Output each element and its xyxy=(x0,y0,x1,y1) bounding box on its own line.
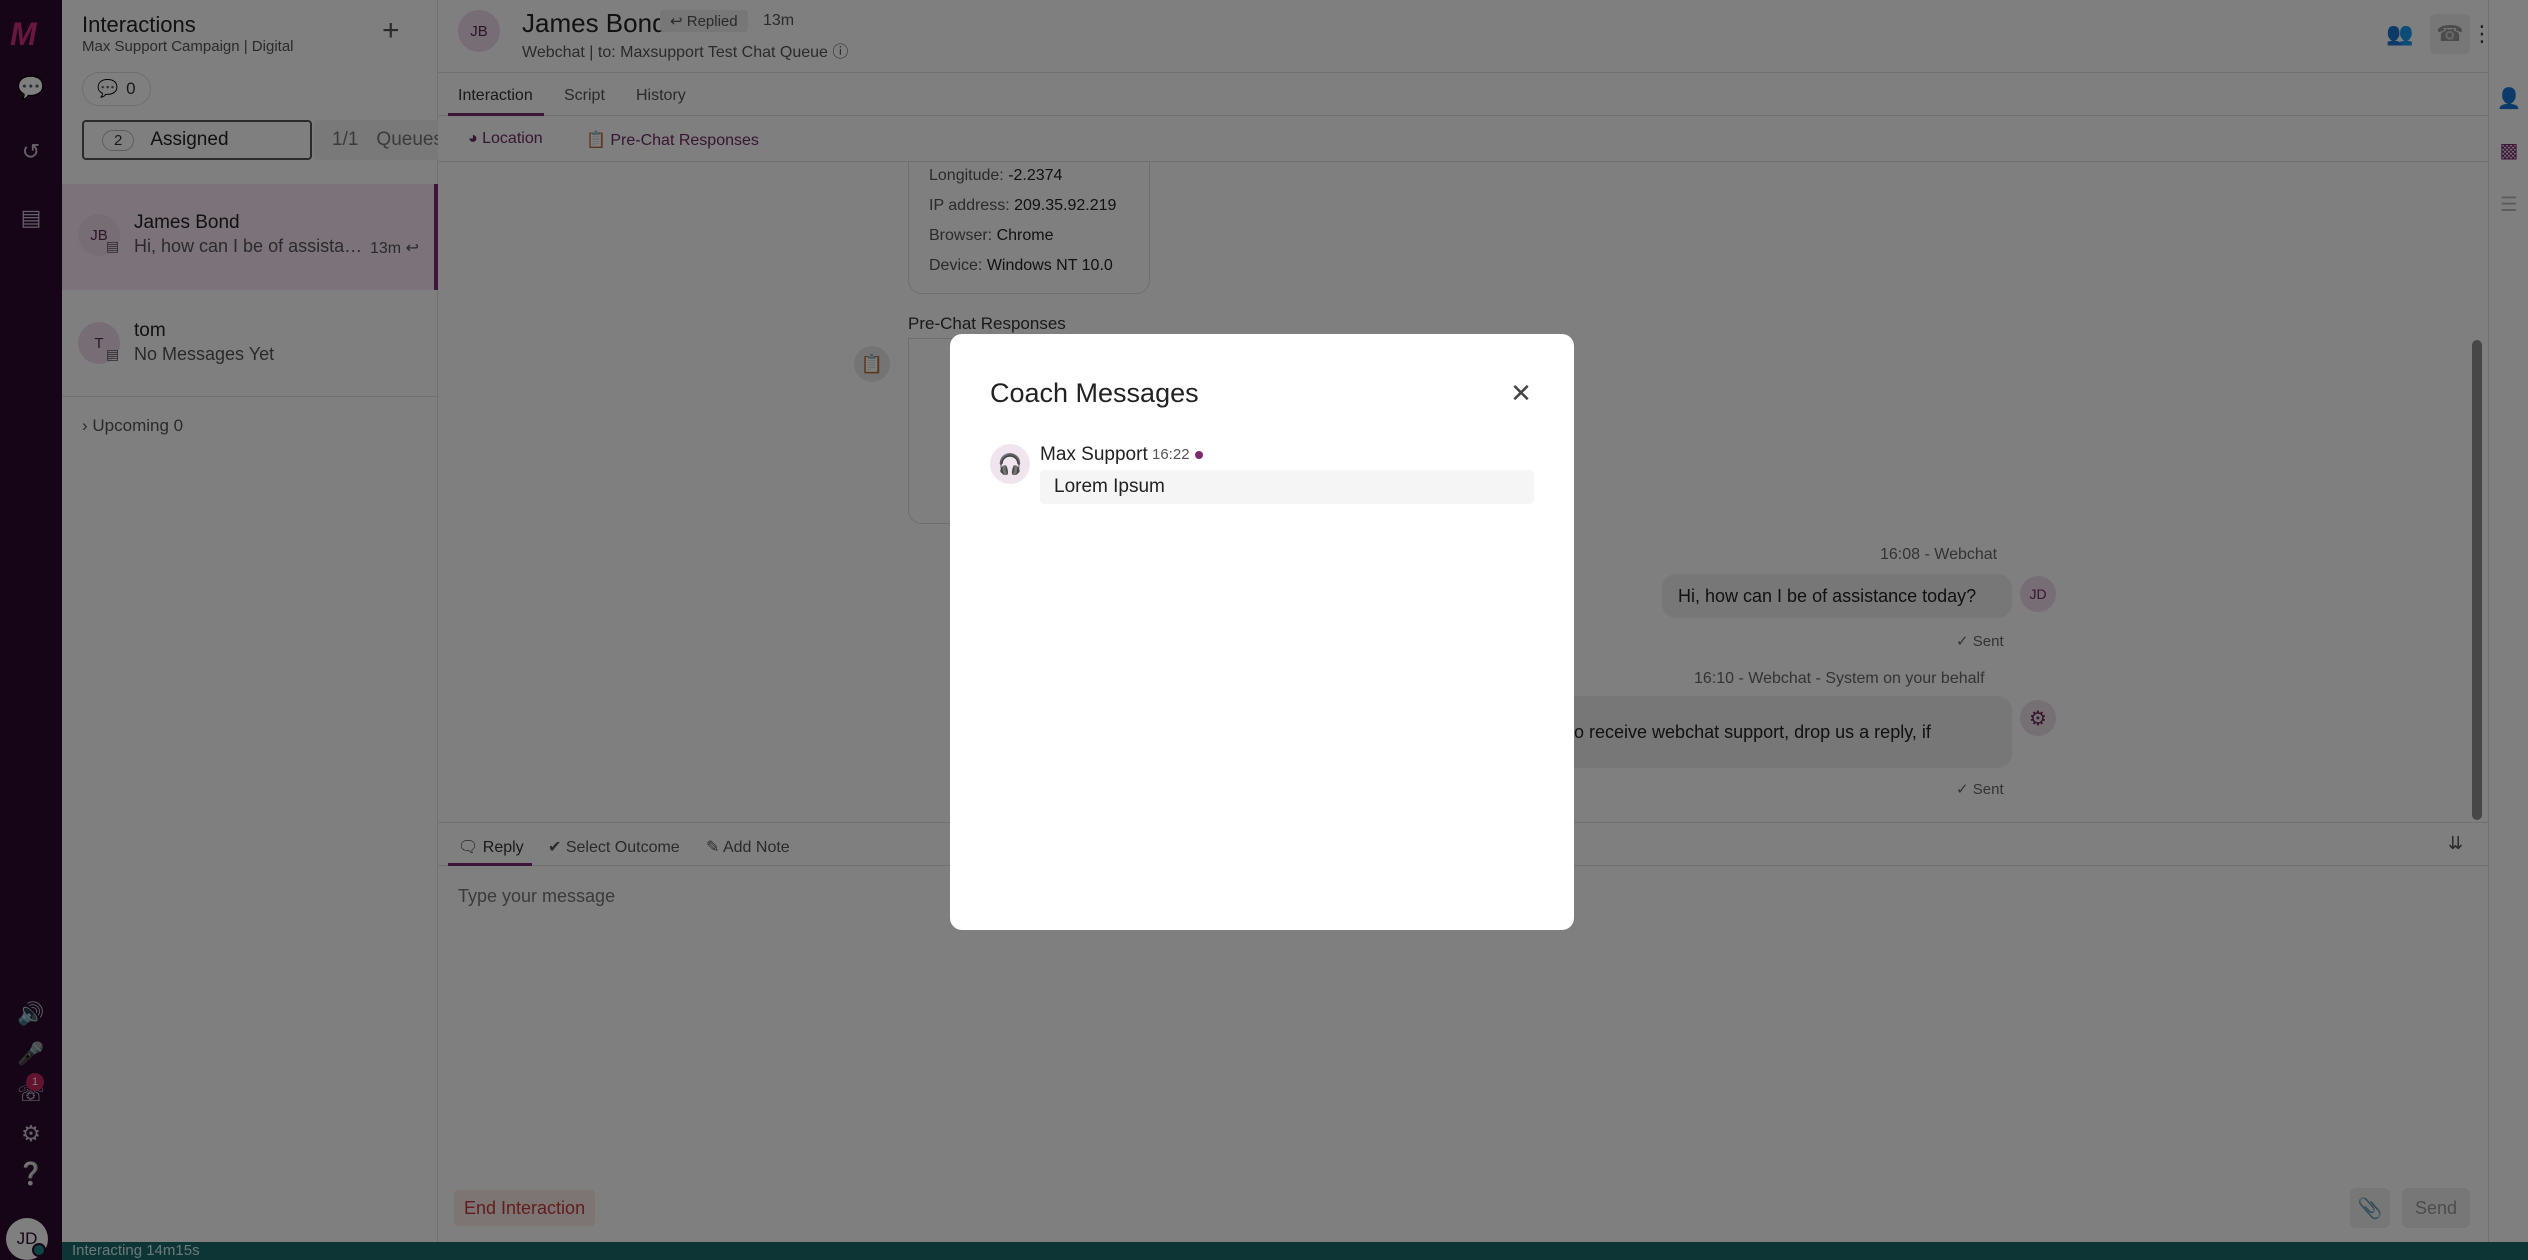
coach-message-body: Lorem Ipsum xyxy=(1040,470,1534,504)
coach-messages-dialog: Coach Messages ✕ 🎧 Max Support 16:22 Lor… xyxy=(950,334,1574,930)
headset-icon: 🎧 xyxy=(990,444,1030,484)
modal-backdrop[interactable]: Coach Messages ✕ 🎧 Max Support 16:22 Lor… xyxy=(0,0,2528,1260)
dialog-title: Coach Messages xyxy=(990,378,1199,408)
close-icon[interactable]: ✕ xyxy=(1506,378,1536,408)
unread-dot xyxy=(1195,451,1203,459)
coach-sender: Max Support xyxy=(1040,444,1148,465)
app-root: M 💬 ↺ ▤ 🔊 🎤 ☏ 1 ⚙ ❔ JD Interactions Max … xyxy=(0,0,2528,1260)
coach-time: 16:22 xyxy=(1152,446,1190,463)
